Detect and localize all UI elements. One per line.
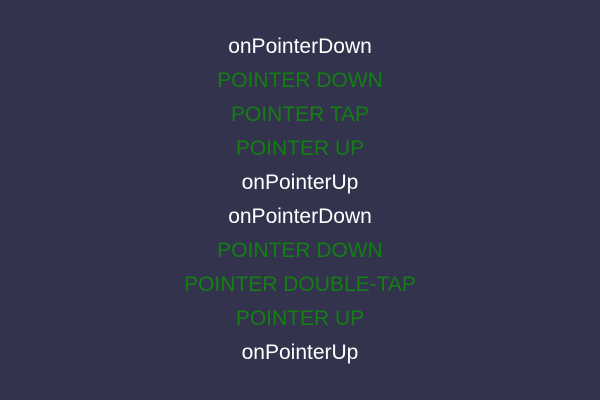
log-line-event: POINTER UP [235, 137, 365, 160]
log-line-handler: onPointerUp [241, 341, 359, 364]
log-line-handler: onPointerUp [241, 171, 359, 194]
log-line-handler: onPointerDown [228, 35, 372, 58]
log-line-event: POINTER TAP [230, 103, 370, 126]
log-line-event: POINTER DOWN [217, 69, 383, 92]
event-log: onPointerDown POINTER DOWN POINTER TAP P… [0, 30, 600, 370]
log-line-event: POINTER UP [235, 307, 365, 330]
log-line-event: POINTER DOWN [217, 239, 383, 262]
log-line-event: POINTER DOUBLE-TAP [184, 273, 416, 296]
log-line-handler: onPointerDown [228, 205, 372, 228]
